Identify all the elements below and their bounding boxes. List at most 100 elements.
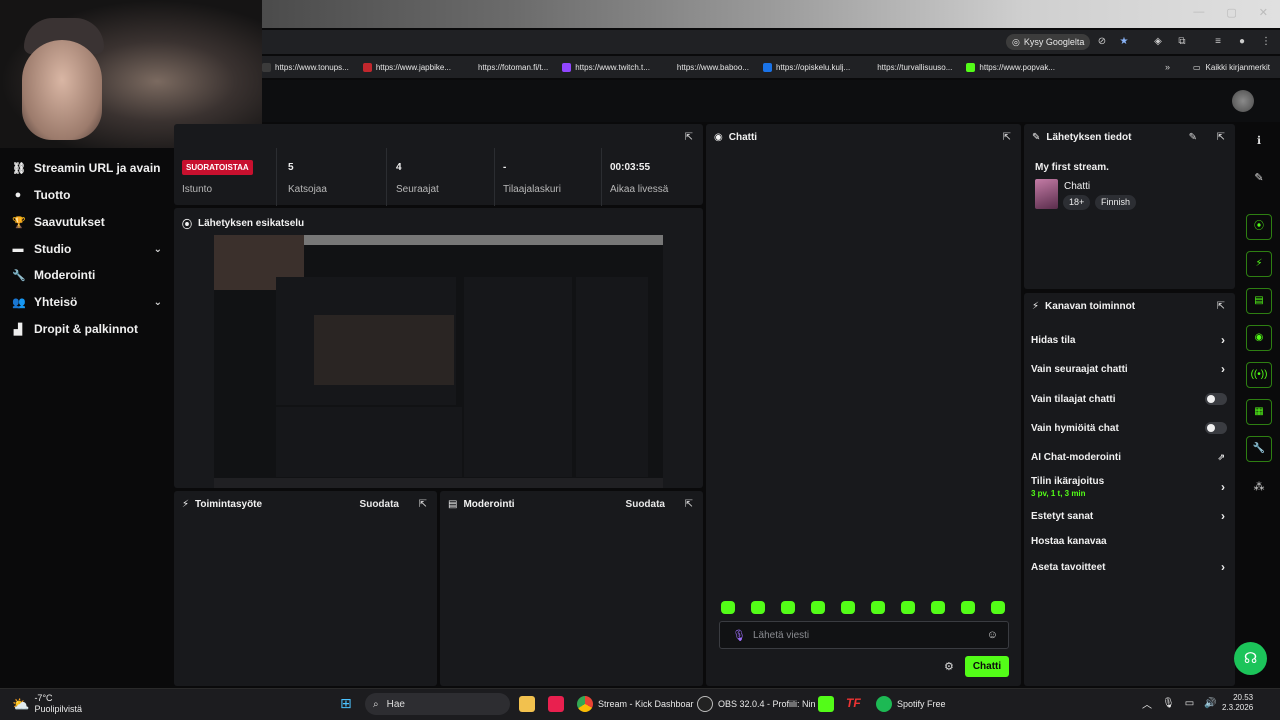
document-icon[interactable]: ▤ xyxy=(1246,288,1272,314)
info-icon[interactable]: ℹ xyxy=(1250,132,1268,150)
bolt-icon[interactable]: ⚡ xyxy=(1246,251,1272,277)
extension-icon[interactable]: ◈ xyxy=(1152,36,1164,48)
chat-bubble-icon[interactable]: ◉ xyxy=(1246,325,1272,351)
menu-icon[interactable]: ⋮ xyxy=(1260,36,1272,48)
taskbar-search[interactable]: ⌕ Hae xyxy=(365,693,510,715)
sidebar-item-saavutukset[interactable]: 🏆 Saavutukset xyxy=(12,215,162,229)
stream-category[interactable]: Chatti xyxy=(1064,181,1090,192)
file-explorer-icon[interactable] xyxy=(519,696,535,712)
link-icon: ⛓ xyxy=(12,162,26,175)
maximize-icon[interactable]: ▢ xyxy=(1226,6,1236,19)
sidebar-item-dropit[interactable]: ▟ Dropit & palkinnot xyxy=(12,322,162,336)
expand-icon[interactable]: ⇱ xyxy=(685,499,693,510)
avatar[interactable] xyxy=(1232,90,1254,112)
emote-icon[interactable] xyxy=(841,601,855,614)
emote-icon[interactable] xyxy=(931,601,945,614)
expand-icon[interactable]: ⇱ xyxy=(685,132,693,143)
window-controls[interactable]: — ▢ ✕ xyxy=(1193,6,1268,19)
mic-icon[interactable]: 🎙 xyxy=(1162,698,1175,709)
chat-input[interactable]: 🎙 Lähetä viesti ☺ xyxy=(719,621,1009,649)
account-age-row[interactable]: Tilin ikärajoitus 3 pv, 1 t, 3 min › xyxy=(1031,476,1227,498)
bookmark-item[interactable]: https://www.baboo... xyxy=(663,62,749,72)
sidebar-item-streamin[interactable]: ⛓ Streamin URL ja avain xyxy=(12,161,162,175)
all-bookmarks-button[interactable]: ▭ Kaikki kirjanmerkit xyxy=(1193,63,1270,72)
sidebar-item-studio[interactable]: ▬ Studio ⌄ xyxy=(12,242,163,256)
expand-icon[interactable]: ⇱ xyxy=(1003,132,1011,143)
chat-title-label: Chatti xyxy=(728,132,758,143)
bookmark-star-icon[interactable]: ★ xyxy=(1118,36,1130,48)
puzzle-icon[interactable]: ⧉ xyxy=(1176,36,1188,48)
emote-icon[interactable] xyxy=(811,601,825,614)
info-panel-icon[interactable]: ▦ xyxy=(1246,399,1272,425)
send-chat-button[interactable]: Chatti xyxy=(965,656,1009,677)
emote-icon[interactable] xyxy=(961,601,975,614)
volume-icon[interactable]: 🔊 xyxy=(1204,698,1216,709)
emote-icon[interactable] xyxy=(901,601,915,614)
weather-widget[interactable]: ⛅ -7°C Puolipilvistä xyxy=(12,693,82,715)
sidebar-item-moderointi[interactable]: 🔧 Moderointi xyxy=(12,268,162,282)
bookmark-item[interactable]: https://turvallisuuso... xyxy=(864,62,952,72)
tf-icon[interactable]: TF xyxy=(846,696,861,710)
bookmark-item[interactable]: https://www.japbike... xyxy=(362,62,451,72)
display-icon[interactable]: ▭ xyxy=(1185,698,1194,709)
taskbar-spotify[interactable]: Spotify Free xyxy=(876,696,946,712)
expand-icon[interactable]: ⇱ xyxy=(419,499,427,510)
minimize-icon[interactable]: — xyxy=(1193,6,1204,19)
close-icon[interactable]: ✕ xyxy=(1259,6,1268,19)
emote-icon[interactable] xyxy=(991,601,1005,614)
expand-icon[interactable]: ⇱ xyxy=(1217,132,1225,143)
banned-words-row[interactable]: Estetyt sanat › xyxy=(1031,509,1227,523)
taskbar-chrome[interactable]: Stream - Kick Dashboar xyxy=(577,696,694,712)
sidebar-item-tuotto[interactable]: ● Tuotto xyxy=(12,188,162,202)
eye-off-icon[interactable]: ⊘ xyxy=(1096,36,1108,48)
moderation-filter-button[interactable]: Suodata xyxy=(626,499,665,510)
goals-row[interactable]: Aseta tavoitteet › xyxy=(1031,560,1227,574)
host-row[interactable]: Hostaa kanavaa xyxy=(1031,536,1227,547)
kick-icon[interactable] xyxy=(818,696,834,712)
wrench-icon[interactable]: 🔧 xyxy=(1246,436,1272,462)
chevron-down-icon[interactable]: ⌄ xyxy=(154,244,162,255)
clock[interactable]: 20.53 2.3.2026 xyxy=(1222,693,1253,712)
bookmark-item[interactable]: https://www.tonups... xyxy=(262,62,349,72)
bookmark-item[interactable]: https://fotoman.fi/t... xyxy=(464,62,548,72)
bookmarks-bar: https://www.tonups... https://www.japbike… xyxy=(262,56,1280,78)
bookmark-item[interactable]: https://www.twitch.t... xyxy=(562,62,650,72)
microphone-icon[interactable]: 🎙 xyxy=(732,629,746,642)
ai-mod-row[interactable]: AI Chat-moderointi ⇗ xyxy=(1031,452,1227,463)
subs-chat-toggle[interactable] xyxy=(1205,393,1227,405)
tray-chevron-icon[interactable]: ︿ xyxy=(1142,696,1152,711)
chevron-down-icon[interactable]: ⌄ xyxy=(154,297,162,308)
expand-icon[interactable]: ⇱ xyxy=(1217,301,1225,312)
activity-filter-button[interactable]: Suodata xyxy=(360,499,399,510)
bookmarks-overflow-icon[interactable]: » xyxy=(1165,62,1170,72)
profile-icon[interactable]: ● xyxy=(1236,36,1248,48)
pencil-icon[interactable]: ✎ xyxy=(1189,132,1197,143)
ask-google-button[interactable]: ◎ Kysy Googlelta xyxy=(1006,34,1091,50)
emote-icon[interactable] xyxy=(721,601,735,614)
sidebar-item-yhteisö[interactable]: 👥 Yhteisö ⌄ xyxy=(12,295,162,309)
money-icon: ● xyxy=(14,189,22,201)
bookmark-item[interactable]: https://opiskelu.kulj... xyxy=(762,62,850,72)
edit-icon[interactable]: ✎ xyxy=(1250,169,1268,187)
media-icon[interactable]: ≡ xyxy=(1212,36,1224,48)
emote-chat-toggle[interactable] xyxy=(1205,422,1227,434)
emoji-icon[interactable]: ☺ xyxy=(987,629,998,641)
slow-mode-row[interactable]: Hidas tila › xyxy=(1031,333,1227,347)
stream-preview-video[interactable] xyxy=(214,235,663,488)
chat-settings-icon[interactable]: ⚙ xyxy=(944,660,954,673)
taskbar-obs[interactable]: OBS 32.0.4 - Profiili: Nin xyxy=(697,696,816,712)
apps-icon[interactable]: ⁂ xyxy=(1250,478,1268,496)
bookmark-item[interactable]: https://www.popvak... xyxy=(966,62,1055,72)
preview-toggle-icon[interactable]: ⦿ xyxy=(1246,214,1272,240)
tiktok-icon[interactable] xyxy=(548,696,564,712)
help-chat-icon[interactable]: ☊ xyxy=(1234,642,1267,675)
emote-icon[interactable] xyxy=(751,601,765,614)
broadcast-icon[interactable]: ((•)) xyxy=(1246,362,1272,388)
emote-icon[interactable] xyxy=(781,601,795,614)
goals-label: Aseta tavoitteet xyxy=(1031,562,1106,573)
stat-viewers: 5 Katsojaa xyxy=(280,148,387,206)
windows-start-icon[interactable]: ⊞ xyxy=(340,695,352,712)
system-tray[interactable]: ︿ 🎙 ▭ 🔊 xyxy=(1142,696,1217,711)
followers-chat-row[interactable]: Vain seuraajat chatti › xyxy=(1031,362,1227,376)
emote-icon[interactable] xyxy=(871,601,885,614)
